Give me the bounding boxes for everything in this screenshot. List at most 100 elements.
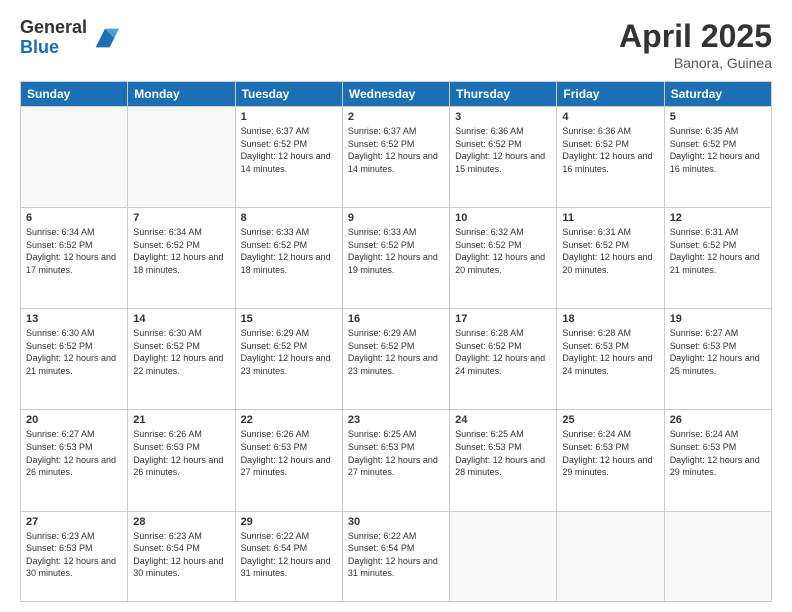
table-row: 14 Sunrise: 6:30 AMSunset: 6:52 PMDaylig… xyxy=(128,309,235,410)
day-info: Sunrise: 6:33 AMSunset: 6:52 PMDaylight:… xyxy=(348,226,444,276)
table-row: 5 Sunrise: 6:35 AMSunset: 6:52 PMDayligh… xyxy=(664,107,771,208)
day-number: 24 xyxy=(455,414,551,426)
location: Banora, Guinea xyxy=(619,55,772,71)
logo: General Blue xyxy=(20,18,119,58)
day-info: Sunrise: 6:25 AMSunset: 6:53 PMDaylight:… xyxy=(455,428,551,478)
day-info: Sunrise: 6:24 AMSunset: 6:53 PMDaylight:… xyxy=(670,428,766,478)
day-number: 11 xyxy=(562,212,658,224)
header-sunday: Sunday xyxy=(21,82,128,107)
table-row: 16 Sunrise: 6:29 AMSunset: 6:52 PMDaylig… xyxy=(342,309,449,410)
day-number: 28 xyxy=(133,516,229,528)
table-row: 24 Sunrise: 6:25 AMSunset: 6:53 PMDaylig… xyxy=(450,410,557,511)
table-row: 23 Sunrise: 6:25 AMSunset: 6:53 PMDaylig… xyxy=(342,410,449,511)
logo-icon xyxy=(91,24,119,52)
day-number: 19 xyxy=(670,313,766,325)
day-number: 25 xyxy=(562,414,658,426)
day-info: Sunrise: 6:26 AMSunset: 6:53 PMDaylight:… xyxy=(241,428,337,478)
day-info: Sunrise: 6:24 AMSunset: 6:53 PMDaylight:… xyxy=(562,428,658,478)
day-info: Sunrise: 6:36 AMSunset: 6:52 PMDaylight:… xyxy=(455,125,551,175)
header-tuesday: Tuesday xyxy=(235,82,342,107)
day-number: 7 xyxy=(133,212,229,224)
table-row xyxy=(450,511,557,602)
table-row: 15 Sunrise: 6:29 AMSunset: 6:52 PMDaylig… xyxy=(235,309,342,410)
logo-text: General Blue xyxy=(20,18,87,58)
day-number: 10 xyxy=(455,212,551,224)
day-number: 8 xyxy=(241,212,337,224)
day-number: 21 xyxy=(133,414,229,426)
day-number: 27 xyxy=(26,516,122,528)
day-number: 22 xyxy=(241,414,337,426)
table-row: 30 Sunrise: 6:22 AMSunset: 6:54 PMDaylig… xyxy=(342,511,449,602)
day-number: 20 xyxy=(26,414,122,426)
table-row: 9 Sunrise: 6:33 AMSunset: 6:52 PMDayligh… xyxy=(342,208,449,309)
table-row: 19 Sunrise: 6:27 AMSunset: 6:53 PMDaylig… xyxy=(664,309,771,410)
day-number: 1 xyxy=(241,111,337,123)
logo-blue: Blue xyxy=(20,38,87,58)
day-number: 18 xyxy=(562,313,658,325)
table-row: 8 Sunrise: 6:33 AMSunset: 6:52 PMDayligh… xyxy=(235,208,342,309)
day-number: 5 xyxy=(670,111,766,123)
table-row: 29 Sunrise: 6:22 AMSunset: 6:54 PMDaylig… xyxy=(235,511,342,602)
day-info: Sunrise: 6:31 AMSunset: 6:52 PMDaylight:… xyxy=(562,226,658,276)
table-row: 21 Sunrise: 6:26 AMSunset: 6:53 PMDaylig… xyxy=(128,410,235,511)
day-info: Sunrise: 6:22 AMSunset: 6:54 PMDaylight:… xyxy=(241,530,337,580)
day-info: Sunrise: 6:28 AMSunset: 6:52 PMDaylight:… xyxy=(455,327,551,377)
header-wednesday: Wednesday xyxy=(342,82,449,107)
day-info: Sunrise: 6:36 AMSunset: 6:52 PMDaylight:… xyxy=(562,125,658,175)
header: General Blue April 2025 Banora, Guinea xyxy=(20,18,772,71)
logo-general: General xyxy=(20,18,87,38)
table-row: 7 Sunrise: 6:34 AMSunset: 6:52 PMDayligh… xyxy=(128,208,235,309)
day-number: 29 xyxy=(241,516,337,528)
day-number: 14 xyxy=(133,313,229,325)
day-info: Sunrise: 6:27 AMSunset: 6:53 PMDaylight:… xyxy=(26,428,122,478)
day-info: Sunrise: 6:27 AMSunset: 6:53 PMDaylight:… xyxy=(670,327,766,377)
table-row: 13 Sunrise: 6:30 AMSunset: 6:52 PMDaylig… xyxy=(21,309,128,410)
day-number: 9 xyxy=(348,212,444,224)
table-row: 4 Sunrise: 6:36 AMSunset: 6:52 PMDayligh… xyxy=(557,107,664,208)
day-info: Sunrise: 6:31 AMSunset: 6:52 PMDaylight:… xyxy=(670,226,766,276)
table-row: 27 Sunrise: 6:23 AMSunset: 6:53 PMDaylig… xyxy=(21,511,128,602)
header-friday: Friday xyxy=(557,82,664,107)
day-number: 13 xyxy=(26,313,122,325)
table-row xyxy=(21,107,128,208)
table-row: 22 Sunrise: 6:26 AMSunset: 6:53 PMDaylig… xyxy=(235,410,342,511)
table-row: 11 Sunrise: 6:31 AMSunset: 6:52 PMDaylig… xyxy=(557,208,664,309)
table-row: 20 Sunrise: 6:27 AMSunset: 6:53 PMDaylig… xyxy=(21,410,128,511)
table-row: 26 Sunrise: 6:24 AMSunset: 6:53 PMDaylig… xyxy=(664,410,771,511)
day-number: 15 xyxy=(241,313,337,325)
table-row: 18 Sunrise: 6:28 AMSunset: 6:53 PMDaylig… xyxy=(557,309,664,410)
day-number: 3 xyxy=(455,111,551,123)
table-row xyxy=(664,511,771,602)
table-row: 12 Sunrise: 6:31 AMSunset: 6:52 PMDaylig… xyxy=(664,208,771,309)
day-number: 16 xyxy=(348,313,444,325)
day-number: 12 xyxy=(670,212,766,224)
day-number: 4 xyxy=(562,111,658,123)
table-row: 6 Sunrise: 6:34 AMSunset: 6:52 PMDayligh… xyxy=(21,208,128,309)
day-info: Sunrise: 6:32 AMSunset: 6:52 PMDaylight:… xyxy=(455,226,551,276)
day-number: 6 xyxy=(26,212,122,224)
day-info: Sunrise: 6:29 AMSunset: 6:52 PMDaylight:… xyxy=(348,327,444,377)
day-info: Sunrise: 6:22 AMSunset: 6:54 PMDaylight:… xyxy=(348,530,444,580)
day-number: 26 xyxy=(670,414,766,426)
day-info: Sunrise: 6:37 AMSunset: 6:52 PMDaylight:… xyxy=(348,125,444,175)
table-row: 17 Sunrise: 6:28 AMSunset: 6:52 PMDaylig… xyxy=(450,309,557,410)
day-info: Sunrise: 6:23 AMSunset: 6:54 PMDaylight:… xyxy=(133,530,229,580)
calendar-header-row: Sunday Monday Tuesday Wednesday Thursday… xyxy=(21,82,772,107)
day-info: Sunrise: 6:37 AMSunset: 6:52 PMDaylight:… xyxy=(241,125,337,175)
table-row: 25 Sunrise: 6:24 AMSunset: 6:53 PMDaylig… xyxy=(557,410,664,511)
header-monday: Monday xyxy=(128,82,235,107)
day-info: Sunrise: 6:25 AMSunset: 6:53 PMDaylight:… xyxy=(348,428,444,478)
title-section: April 2025 Banora, Guinea xyxy=(619,18,772,71)
day-info: Sunrise: 6:34 AMSunset: 6:52 PMDaylight:… xyxy=(133,226,229,276)
day-info: Sunrise: 6:29 AMSunset: 6:52 PMDaylight:… xyxy=(241,327,337,377)
header-thursday: Thursday xyxy=(450,82,557,107)
day-info: Sunrise: 6:30 AMSunset: 6:52 PMDaylight:… xyxy=(133,327,229,377)
calendar: Sunday Monday Tuesday Wednesday Thursday… xyxy=(20,81,772,602)
day-info: Sunrise: 6:28 AMSunset: 6:53 PMDaylight:… xyxy=(562,327,658,377)
table-row: 1 Sunrise: 6:37 AMSunset: 6:52 PMDayligh… xyxy=(235,107,342,208)
page: General Blue April 2025 Banora, Guinea S… xyxy=(0,0,792,612)
table-row: 28 Sunrise: 6:23 AMSunset: 6:54 PMDaylig… xyxy=(128,511,235,602)
day-info: Sunrise: 6:23 AMSunset: 6:53 PMDaylight:… xyxy=(26,530,122,580)
table-row xyxy=(128,107,235,208)
header-saturday: Saturday xyxy=(664,82,771,107)
